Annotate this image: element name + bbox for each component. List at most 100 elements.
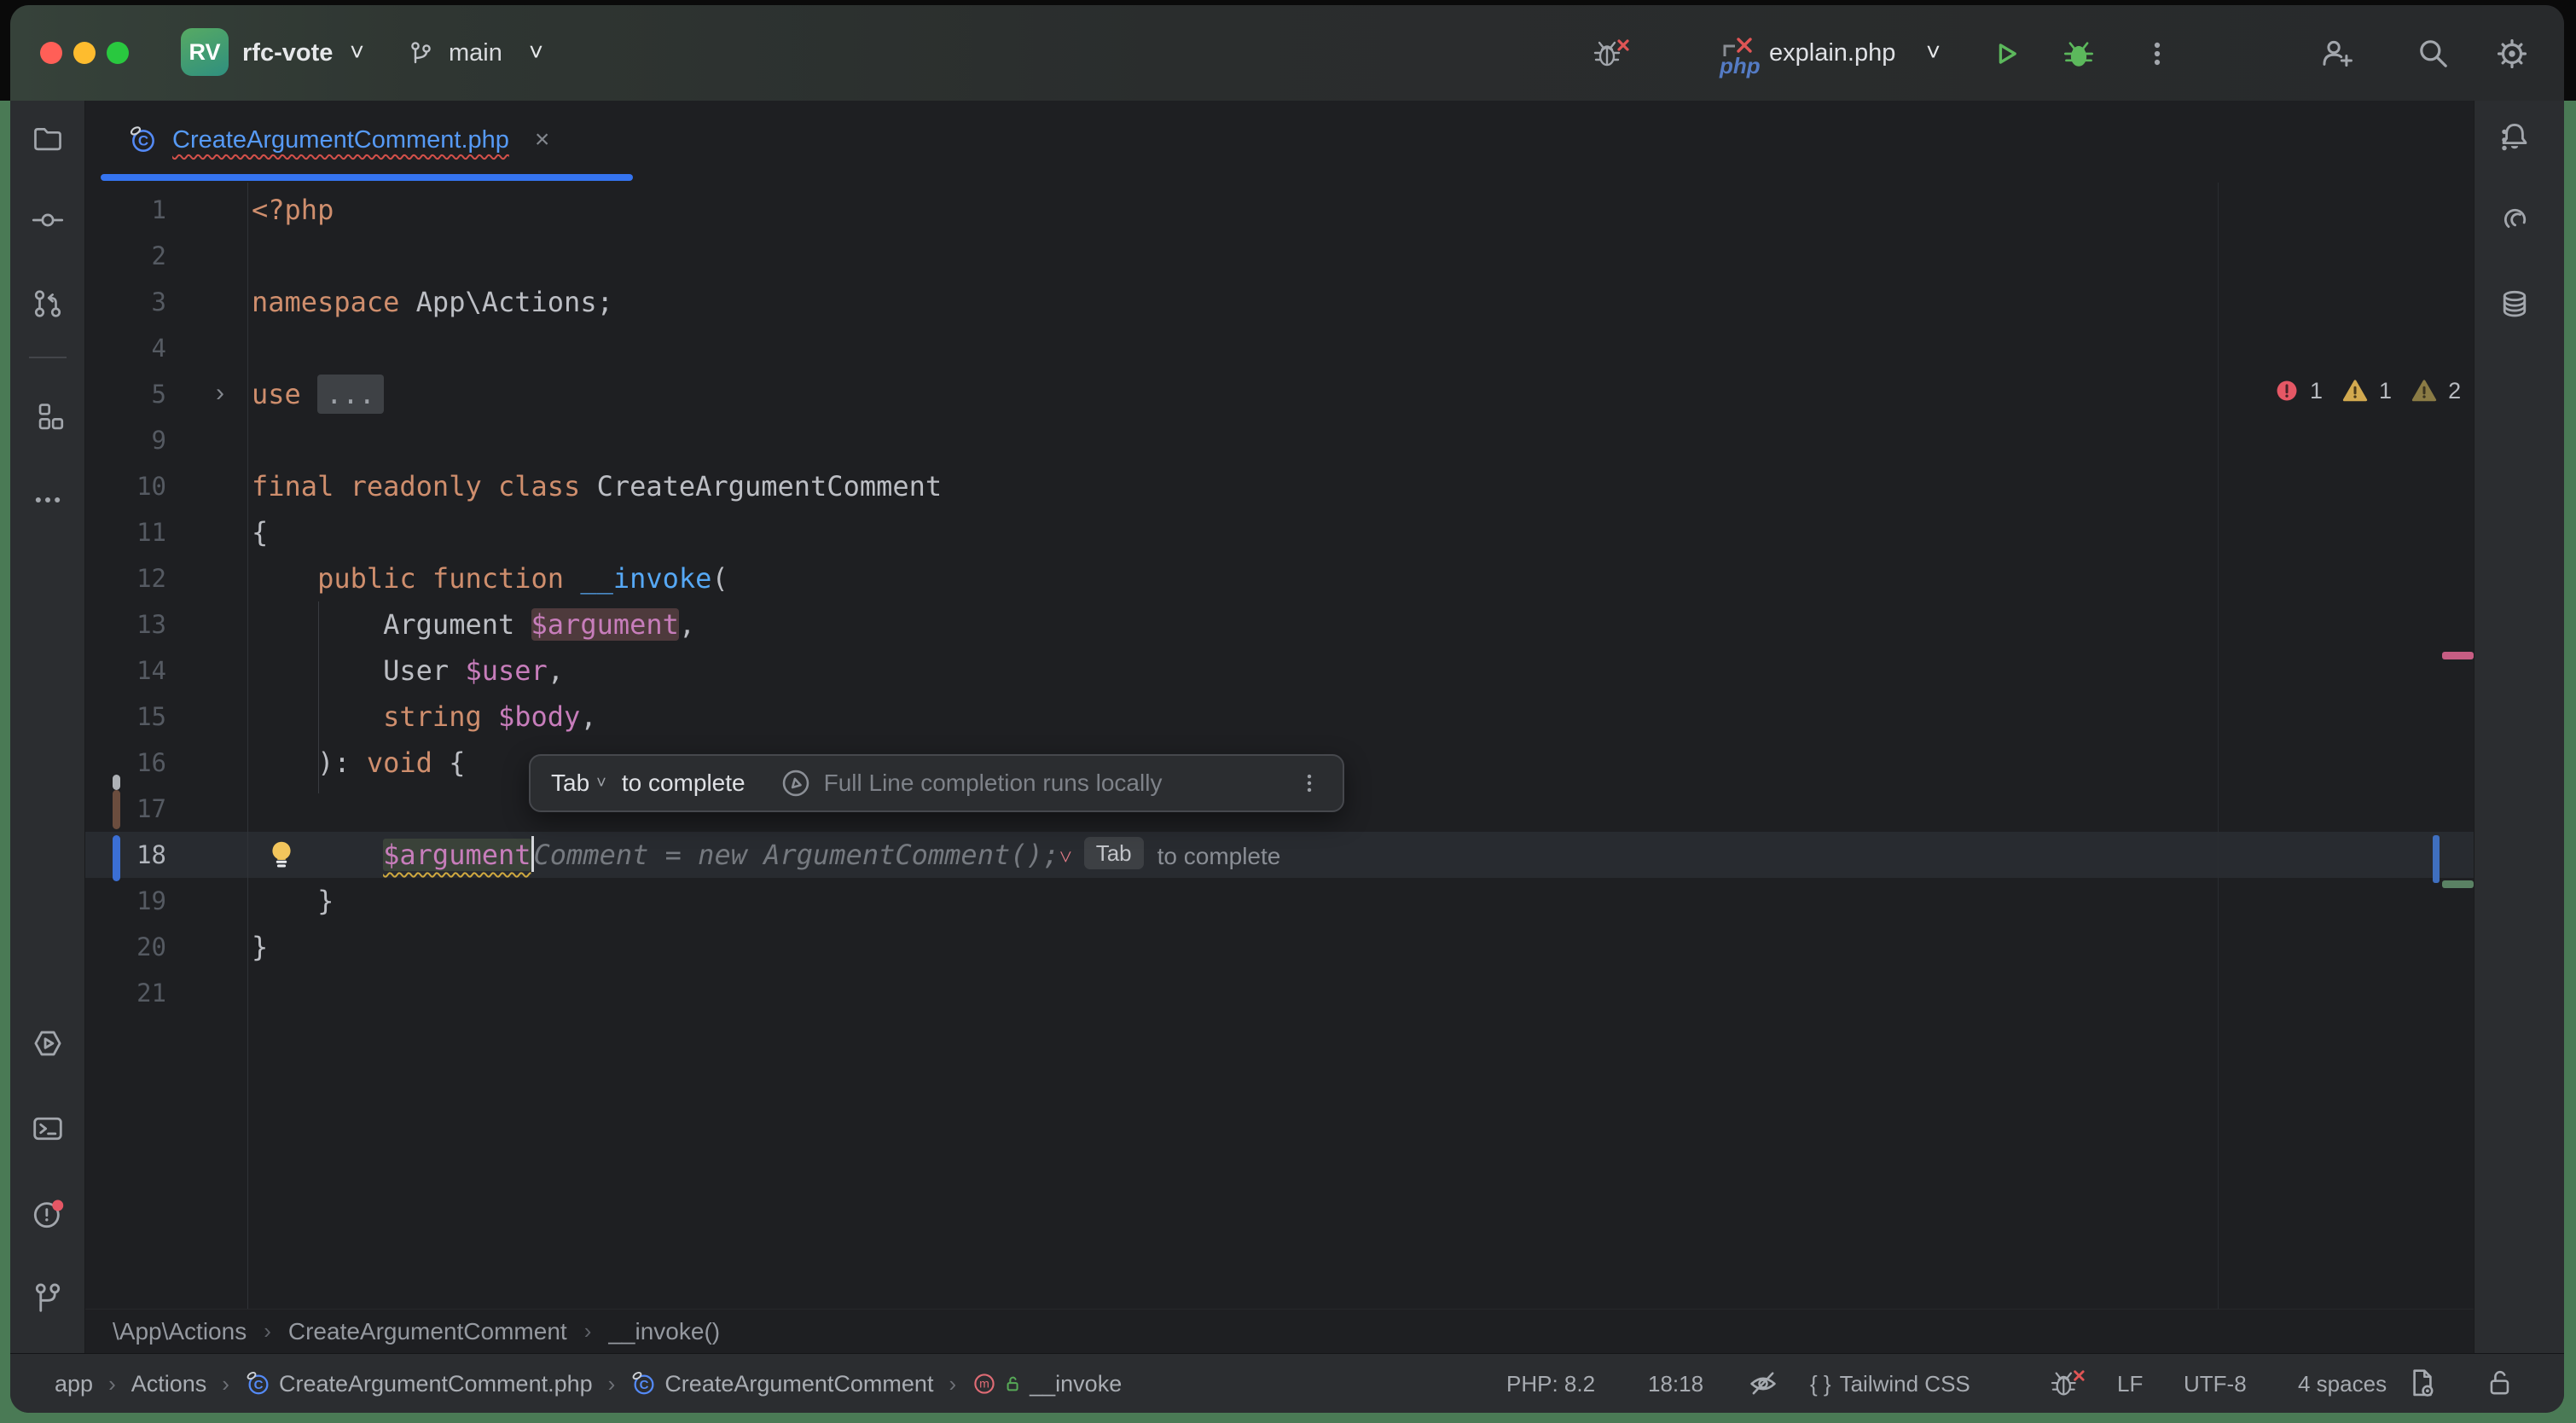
code-line[interactable]: use ... [252,371,384,417]
ide-window: RV rfc-vote ˅ main ˅ php explain.php ˅ C… [10,5,2564,1413]
gutter-line-number[interactable]: 10 [102,463,166,509]
version-control-tool-icon[interactable] [31,1281,65,1315]
code-line[interactable]: $argumentComment = new ArgumentComment()… [252,832,1280,878]
code-line[interactable]: <?php [252,187,334,233]
debug-button[interactable] [2063,38,2095,70]
code-line[interactable]: } [252,924,268,970]
terminal-tool-icon[interactable] [31,1112,65,1146]
gutter-line-number[interactable]: 15 [102,694,166,740]
breadcrumb-item[interactable]: __invoke() [608,1318,720,1345]
code-line[interactable]: { [252,509,268,555]
statusbar-path-item[interactable]: C CreateArgumentComment [630,1370,933,1397]
code-with-me-button[interactable] [2320,36,2356,72]
file-lock-icon[interactable] [2484,1354,2516,1413]
project-selector[interactable]: rfc-vote [242,5,333,101]
structure-tool-icon[interactable] [31,399,65,433]
gutter-line-number[interactable]: 11 [102,509,166,555]
warning-count: 1 [2379,377,2393,404]
project-icon[interactable]: RV [181,28,229,76]
gutter-line-number[interactable]: 14 [102,648,166,694]
run-config-php-icon[interactable]: php [1713,32,1761,78]
database-tool-icon[interactable] [2498,288,2532,322]
services-tool-icon[interactable] [31,1026,65,1060]
zoom-window-button[interactable] [107,42,129,64]
code-line[interactable]: string $body, [252,694,596,740]
pull-requests-tool-icon[interactable] [31,287,65,321]
more-actions-menu[interactable] [2141,38,2173,70]
gutter-line-number[interactable]: 4 [102,325,166,371]
mute-breakpoints-icon[interactable] [1593,36,1631,72]
statusbar-separator-icon: › [949,1370,957,1397]
breadcrumb-item[interactable]: \App\Actions [113,1318,247,1345]
error-icon [2277,380,2297,401]
gutter-line-number[interactable]: 9 [102,417,166,463]
php-version-widget[interactable]: PHP: 8.2 [1506,1354,1595,1413]
gutter-line-number[interactable]: 16 [102,740,166,786]
code-line[interactable]: public function __invoke( [252,555,728,601]
breadcrumb-item[interactable]: CreateArgumentComment [288,1318,567,1345]
gutter-line-number[interactable]: 1 [102,187,166,233]
completion-hint-popup[interactable]: Tab ˅ to complete Full Line completion r… [529,754,1344,812]
statusbar-path-item[interactable]: C CreateArgumentComment.php [245,1370,593,1397]
gutter-line-number[interactable]: 20 [102,924,166,970]
project-tool-icon[interactable] [31,121,65,155]
code-line[interactable]: ): void { [252,740,465,786]
gutter-line-number[interactable]: 17 [102,786,166,832]
hint-key-chevron-icon[interactable]: ˅ [596,774,606,793]
php-class-icon: C [128,125,159,155]
svg-text:php: php [1719,53,1761,78]
hint-more-menu[interactable] [1297,770,1322,796]
gutter-line-number[interactable]: 5 [102,371,166,417]
statusbar-path-item[interactable]: app [55,1371,93,1397]
tab-close-icon[interactable]: × [535,125,550,154]
code-line[interactable]: } [252,878,334,924]
line-ending-widget[interactable]: LF [2117,1354,2143,1413]
fold-arrow-icon[interactable]: › [207,371,233,417]
svg-text:m: m [979,1377,989,1391]
gutter-line-number[interactable]: 3 [102,279,166,325]
search-everywhere-button[interactable] [2416,36,2451,72]
branch-selector[interactable]: main [449,5,502,101]
git-branch-icon [408,39,437,68]
tab-createargumentcomment[interactable]: C CreateArgumentComment.php × [101,101,633,179]
commit-tool-icon[interactable] [31,203,65,237]
code-line[interactable]: User $user, [252,648,564,694]
svg-text:C: C [254,1378,264,1392]
more-tools-icon[interactable] [31,483,65,517]
branch-chevron-icon: ˅ [529,38,543,67]
run-config-selector[interactable]: explain.php [1769,5,1895,101]
intention-bulb-icon[interactable] [264,838,299,872]
code-line[interactable]: final readonly class CreateArgumentComme… [252,463,942,509]
gutter-line-number[interactable]: 21 [102,970,166,1016]
gutter-line-number[interactable]: 13 [102,601,166,648]
editor[interactable]: 1 <?php 2 3 namespace App\Actions; 4 5 › use ...… [85,183,2474,1309]
ai-assistant-icon[interactable] [2498,203,2532,237]
run-button[interactable] [1989,38,2022,70]
highlighting-level-icon[interactable] [1747,1354,1779,1413]
inspections-widget[interactable]: 1 1 2 [2274,372,2474,409]
statusbar-path-item[interactable]: Actions [131,1371,207,1397]
tab-options-menu[interactable] [2489,125,2520,155]
run-config-chevron-icon: ˅ [1926,38,1941,67]
gutter-line-number[interactable]: 2 [102,233,166,279]
mute-breakpoints-status-icon[interactable] [2051,1354,2086,1413]
statusbar-path-item[interactable]: m __invoke [972,1371,1122,1397]
stripe-ok-mark[interactable] [2442,880,2474,888]
minimize-window-button[interactable] [73,42,96,64]
code-line[interactable]: Argument $argument, [252,601,695,648]
stripe-error-mark[interactable] [2442,652,2474,659]
settings-button[interactable] [2494,36,2530,72]
indent-config-icon[interactable] [2405,1354,2440,1413]
gutter-line-number[interactable]: 12 [102,555,166,601]
stripe-caret-mark[interactable] [2433,835,2440,883]
code-line[interactable]: namespace App\Actions; [252,279,613,325]
encoding-widget[interactable]: UTF-8 [2184,1354,2247,1413]
indent-widget[interactable]: 4 spaces [2298,1354,2387,1413]
gutter-line-number[interactable]: 18 [102,832,166,878]
right-activity-bar [2474,101,2564,1353]
problems-tool-icon[interactable] [31,1197,65,1231]
close-window-button[interactable] [40,42,62,64]
tailwind-widget[interactable]: { } Tailwind CSS [1810,1354,1970,1413]
gutter-line-number[interactable]: 19 [102,878,166,924]
caret-position-widget[interactable]: 18:18 [1648,1354,1703,1413]
